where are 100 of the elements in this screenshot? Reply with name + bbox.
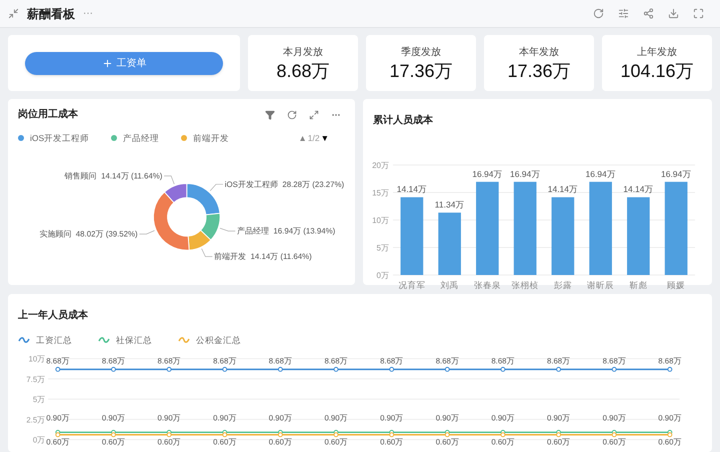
point-label: 0.60万 — [436, 437, 459, 446]
data-point — [334, 366, 338, 372]
axis-label: 10万 — [372, 216, 389, 225]
point-label: 0.60万 — [158, 437, 181, 446]
point-label: 0.60万 — [213, 437, 236, 446]
data-point — [612, 366, 617, 372]
point-label: 8.68万 — [46, 356, 70, 366]
point-label: 0.90万 — [658, 413, 682, 422]
leader-line — [164, 175, 175, 184]
page-indicator: 1/2 — [308, 132, 320, 145]
stat-value: 17.36万 — [507, 60, 571, 82]
share-icon[interactable] — [643, 8, 654, 19]
card-title: 岗位用工成本 — [18, 108, 78, 122]
leader-line — [201, 248, 213, 257]
data-point — [444, 366, 450, 372]
slice-name: 销售顾问 — [64, 171, 97, 180]
point-label: 0.60万 — [102, 437, 126, 446]
axis-label: 谢昕辰 — [587, 280, 614, 290]
stat-label: 季度发放 — [401, 46, 441, 60]
card-title: 上一年人员成本 — [18, 310, 88, 321]
point-label: 0.60万 — [46, 437, 70, 446]
refresh-icon[interactable] — [287, 110, 297, 120]
axis-label: 靳彪 — [629, 280, 648, 290]
legend-label[interactable]: 工资汇总 — [36, 334, 72, 347]
download-icon[interactable] — [668, 8, 679, 19]
point-label: 0.90万 — [158, 413, 181, 422]
point-label: 8.68万 — [158, 356, 181, 366]
stat-value: 17.36万 — [389, 60, 453, 82]
plus-icon — [102, 58, 112, 68]
axis-label: 15万 — [372, 188, 389, 198]
point-label: 0.60万 — [658, 437, 682, 446]
point-label: 0.90万 — [380, 413, 404, 422]
axis-label: 7.5万 — [26, 374, 46, 384]
point-label: 0.90万 — [491, 413, 515, 422]
stat-label: 本年发放 — [519, 46, 559, 60]
point-label: 8.68万 — [213, 356, 236, 366]
refresh-icon[interactable] — [593, 8, 604, 19]
bar-label: 14.14万 — [396, 184, 428, 194]
bar — [438, 212, 461, 275]
filter-icon[interactable] — [265, 110, 275, 120]
point-label: 8.68万 — [491, 356, 515, 366]
axis-label: 张栩桢 — [512, 280, 539, 290]
data-point — [667, 366, 672, 372]
point-label: 8.68万 — [436, 356, 459, 366]
leader-line — [220, 228, 236, 232]
point-label: 0.90万 — [436, 413, 459, 422]
slice-value: 48.02万 (39.52%) — [76, 229, 138, 238]
data-point — [111, 366, 116, 372]
slice-value: 28.28万 (23.27%) — [282, 180, 344, 189]
point-label: 8.68万 — [658, 356, 682, 366]
expand-icon[interactable] — [309, 110, 319, 120]
point-label: 0.90万 — [46, 413, 70, 422]
axis-label: 彭露 — [554, 280, 572, 290]
point-label: 0.60万 — [324, 437, 348, 446]
legend-label[interactable]: 产品经理 — [123, 132, 160, 145]
next-page-button[interactable]: ▼ — [320, 132, 329, 145]
point-label: 0.60万 — [547, 437, 570, 446]
page-title: 薪酬看板 — [27, 6, 75, 22]
point-label: 8.68万 — [268, 356, 292, 366]
slice-value: 16.94万 (13.94%) — [273, 226, 336, 236]
stat-label: 本月发放 — [283, 46, 323, 60]
data-point — [278, 366, 283, 372]
data-point — [556, 366, 562, 372]
slice-name: iOS开发工程师 — [224, 180, 278, 189]
legend-label[interactable]: iOS开发工程师 — [30, 132, 90, 145]
point-label: 8.68万 — [380, 356, 404, 366]
axis-label: 5万 — [32, 394, 46, 404]
axis-label: 况育军 — [398, 280, 426, 290]
point-label: 0.90万 — [268, 413, 292, 422]
axis-label: 0万 — [32, 435, 46, 444]
more-button[interactable]: ··· — [83, 6, 93, 21]
slice-name: 产品经理 — [237, 226, 269, 236]
point-label: 0.60万 — [268, 437, 292, 446]
data-point — [166, 366, 172, 372]
axis-label: 20万 — [372, 161, 389, 170]
legend-label[interactable]: 前端开发 — [193, 132, 230, 145]
point-label: 8.68万 — [324, 356, 348, 366]
card-title: 累计人员成本 — [373, 115, 433, 126]
stat-value: 104.16万 — [620, 60, 694, 82]
axis-label: 刘禹 — [440, 280, 459, 290]
data-point — [222, 366, 228, 372]
legend-label[interactable]: 社保汇总 — [116, 334, 152, 347]
slice-name: 前端开发 — [214, 252, 246, 261]
legend-label[interactable]: 公积金汇总 — [196, 334, 241, 347]
data-point — [500, 366, 506, 372]
fullscreen-icon[interactable] — [693, 8, 704, 19]
bar-label: 16.94万 — [472, 168, 503, 179]
leader-line — [210, 184, 224, 191]
point-label: 0.90万 — [213, 413, 236, 422]
point-label: 0.60万 — [491, 437, 515, 446]
point-label: 0.60万 — [602, 437, 626, 446]
sliders-icon[interactable] — [618, 8, 629, 19]
axis-label: 5万 — [376, 244, 389, 252]
slice-value: 14.14万 (11.64%) — [250, 252, 312, 261]
add-payroll-button[interactable]: 工资单 — [25, 52, 223, 74]
slice-value: 14.14万 (11.64%) — [101, 171, 162, 180]
bar-label: 11.34万 — [434, 200, 464, 210]
axis-label: 2.5万 — [26, 415, 46, 424]
bar-label: 14.14万 — [548, 184, 578, 194]
collapse-icon[interactable] — [8, 8, 19, 19]
